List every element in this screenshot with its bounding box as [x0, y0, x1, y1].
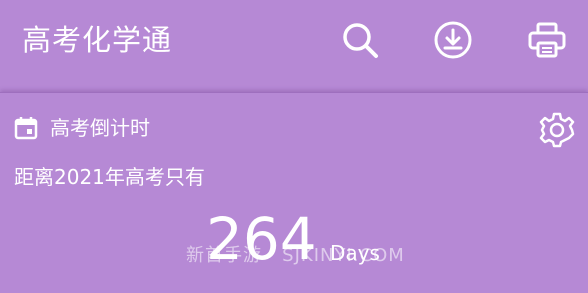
download-button[interactable] [433, 20, 473, 60]
app-title: 高考化学通 [22, 23, 173, 57]
search-icon [343, 23, 378, 58]
print-icon [528, 22, 566, 58]
gear-icon[interactable] [538, 111, 576, 149]
countdown-subtitle: 距离2021年高考只有 [14, 165, 205, 189]
search-button[interactable] [340, 20, 380, 60]
watermark: 新首手游 · SJKINYI.COM [186, 245, 405, 266]
app-bar: 高考化学通 [0, 0, 588, 86]
countdown-title: 高考倒计时 [50, 116, 150, 140]
print-button[interactable] [527, 20, 567, 60]
calendar-icon [14, 117, 38, 140]
download-icon [434, 21, 472, 59]
